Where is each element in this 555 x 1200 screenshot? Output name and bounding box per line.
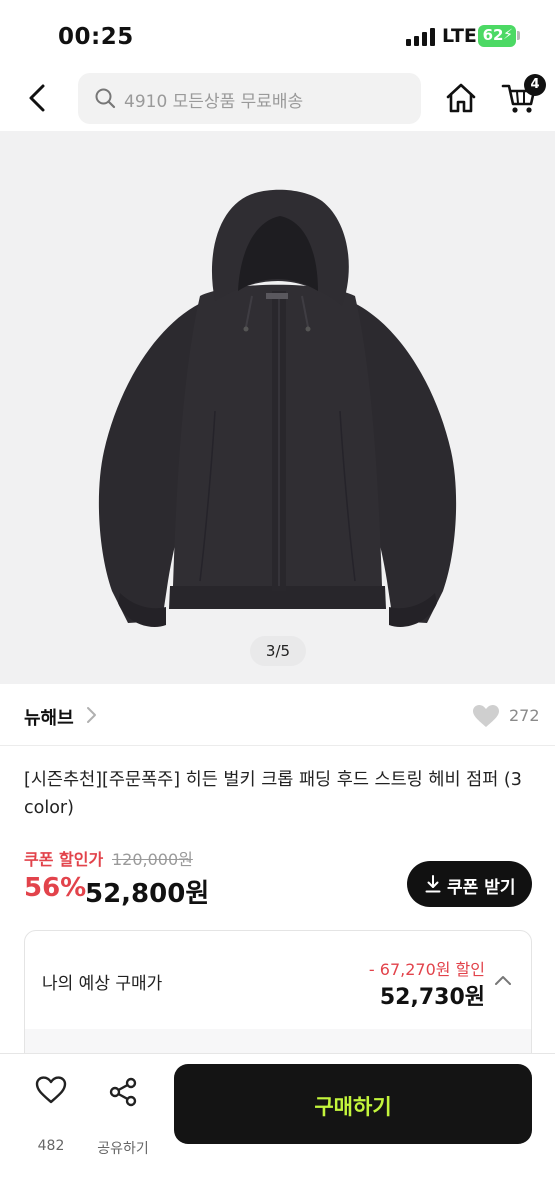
wishlist-count: 482 — [37, 1138, 65, 1154]
share-icon — [109, 1077, 137, 1107]
search-input[interactable]: 4910 모든상품 무료배송 — [78, 73, 421, 124]
buy-button-label: 구매하기 — [314, 1095, 392, 1119]
network-label: LTE — [442, 25, 477, 47]
discount-rate: 56% — [24, 873, 87, 903]
product-image[interactable] — [0, 131, 555, 684]
original-price: 120,000원 — [112, 850, 193, 869]
home-icon — [446, 83, 476, 113]
battery-icon: 62 ⚡ — [478, 25, 516, 47]
status-time: 00:25 — [58, 24, 134, 50]
product-detail-page: 00:25 LTE 62 ⚡ 4910 모든상품 무료배송 4 3/5 뉴해브 … — [0, 0, 555, 1200]
buy-button[interactable]: 구매하기 — [174, 1064, 532, 1144]
download-icon — [425, 875, 441, 893]
bottom-action-bar: 482 공유하기 구매하기 — [0, 1053, 555, 1200]
jacket-image — [98, 189, 457, 627]
estimated-price-label: 나의 예상 구매가 — [42, 974, 163, 994]
search-icon — [95, 88, 116, 109]
coupon-price-label: 쿠폰 할인가 — [24, 850, 104, 869]
search-placeholder: 4910 모든상품 무료배송 — [124, 92, 304, 112]
estimated-price: 52,730원 — [379, 985, 485, 1010]
chevron-left-icon — [29, 84, 45, 112]
heart-icon[interactable] — [472, 704, 500, 728]
image-counter: 3/5 — [250, 636, 306, 666]
cart-count-badge: 4 — [524, 74, 546, 96]
chevron-right-icon — [87, 707, 96, 723]
product-title: [시즌추천][주문폭주] 히든 벌키 크롭 패딩 후드 스트링 헤비 점퍼 (3… — [24, 770, 522, 818]
wishlist-button[interactable]: 482 — [28, 1072, 74, 1154]
coupon-button-label: 쿠폰 받기 — [447, 878, 516, 898]
back-button[interactable] — [18, 78, 58, 118]
battery-cap — [517, 31, 520, 40]
home-button[interactable] — [443, 80, 479, 116]
share-label: 공유하기 — [97, 1141, 149, 1157]
charging-icon: ⚡ — [503, 27, 513, 43]
like-count: 272 — [509, 706, 540, 725]
chevron-up-icon[interactable] — [493, 973, 513, 987]
brand-row[interactable]: 뉴해브 272 — [0, 684, 555, 746]
signal-icon — [406, 28, 436, 46]
brand-name[interactable]: 뉴해브 — [24, 704, 74, 730]
status-bar: 00:25 LTE 62 ⚡ — [0, 0, 555, 70]
coupon-download-button[interactable]: 쿠폰 받기 — [407, 861, 532, 907]
sale-price: 52,800원 — [85, 879, 210, 909]
share-button[interactable]: 공유하기 — [95, 1072, 151, 1157]
estimated-discount: - 67,270원 할인 — [368, 960, 485, 979]
heart-outline-icon — [35, 1076, 67, 1104]
